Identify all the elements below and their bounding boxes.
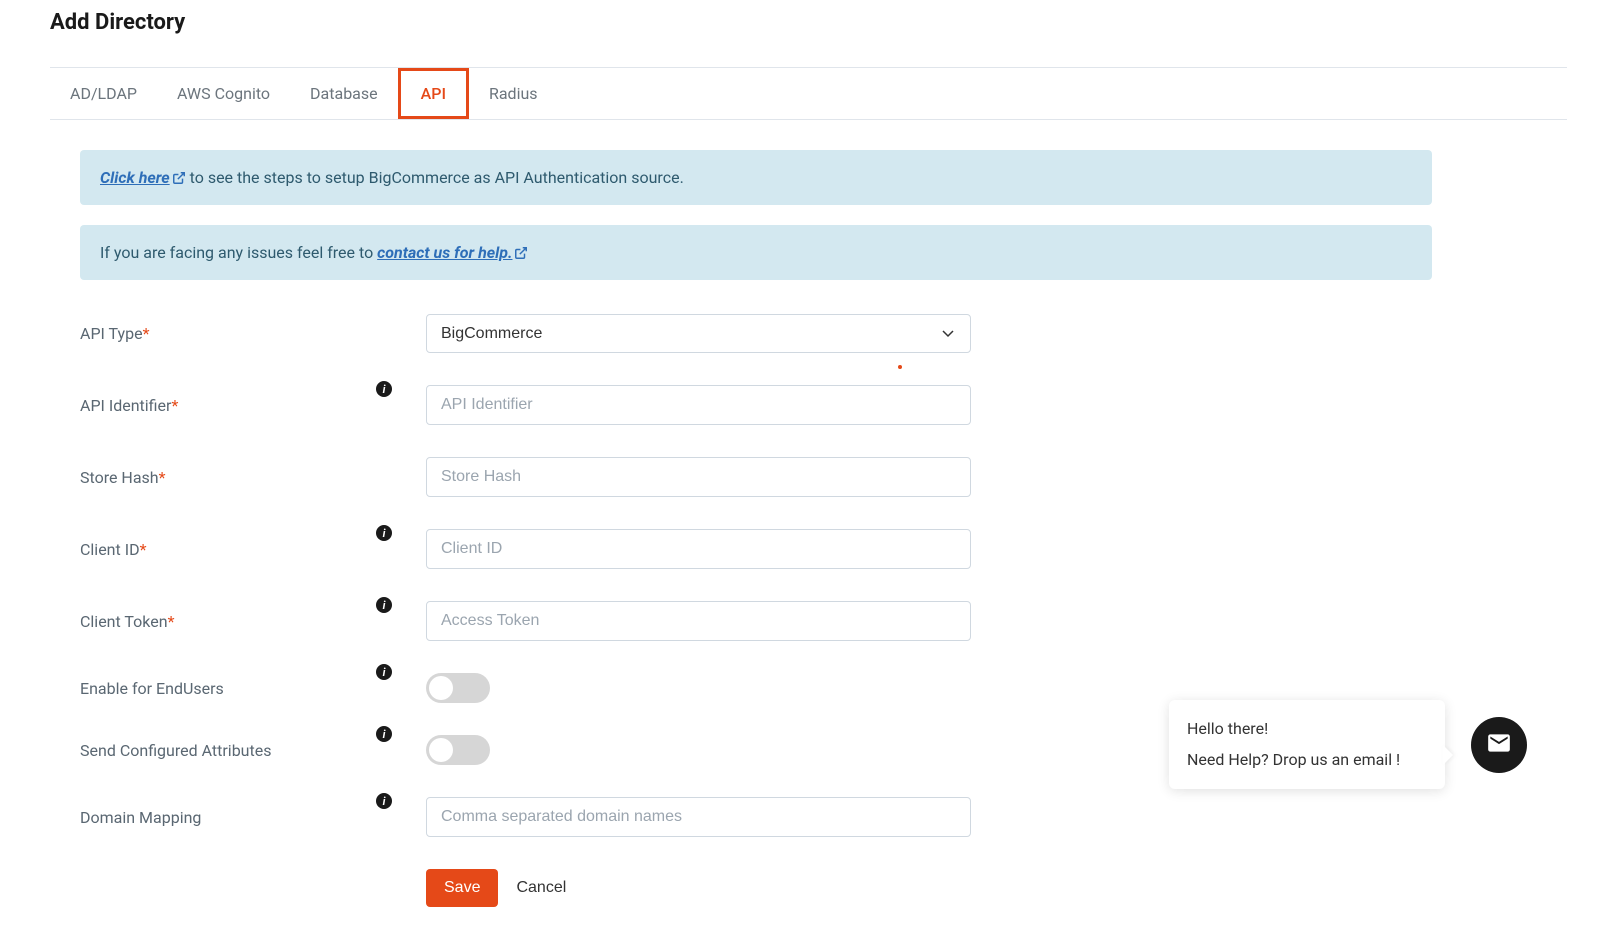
cancel-button[interactable]: Cancel — [516, 879, 566, 897]
client-token-row: Client Token* i — [80, 601, 1567, 641]
form-actions: Save Cancel — [426, 869, 1567, 907]
chat-prompt: Need Help? Drop us an email ! — [1187, 745, 1427, 775]
tab-radius[interactable]: Radius — [469, 68, 558, 119]
enable-endusers-label: Enable for EndUsers — [80, 679, 376, 698]
api-type-label: API Type* — [80, 324, 376, 343]
api-type-select[interactable]: BigCommerce — [426, 314, 971, 353]
save-button[interactable]: Save — [426, 869, 498, 907]
info-icon[interactable]: i — [376, 525, 392, 541]
api-type-row: API Type* BigCommerce — [80, 314, 1567, 353]
setup-text-after: to see the steps to setup BigCommerce as… — [186, 168, 684, 187]
setup-steps-link[interactable]: Click here — [100, 168, 186, 187]
setup-info-banner: Click here to see the steps to setup Big… — [80, 150, 1432, 205]
help-text-before: If you are facing any issues feel free t… — [100, 243, 377, 262]
tab-database[interactable]: Database — [290, 68, 398, 119]
store-hash-label: Store Hash* — [80, 468, 376, 487]
api-identifier-label: API Identifier* — [80, 396, 376, 415]
info-icon[interactable]: i — [376, 381, 392, 397]
info-icon[interactable]: i — [376, 664, 392, 680]
red-dot-indicator — [898, 365, 902, 369]
store-hash-input[interactable] — [426, 457, 971, 497]
info-icon[interactable]: i — [376, 597, 392, 613]
domain-mapping-row: Domain Mapping i — [80, 797, 1567, 837]
info-icon[interactable]: i — [376, 726, 392, 742]
enable-endusers-row: Enable for EndUsers i — [80, 673, 1567, 703]
tabs-container: AD/LDAP AWS Cognito Database API Radius — [50, 68, 1567, 120]
page-title: Add Directory — [50, 10, 1567, 35]
toggle-knob — [429, 738, 453, 762]
chat-widget: Hello there! Need Help? Drop us an email… — [1169, 700, 1527, 789]
send-attributes-label: Send Configured Attributes — [80, 741, 376, 760]
external-link-icon — [514, 246, 528, 260]
external-link-icon — [172, 171, 186, 185]
client-token-input[interactable] — [426, 601, 971, 641]
domain-mapping-label: Domain Mapping — [80, 808, 376, 827]
chat-bubble: Hello there! Need Help? Drop us an email… — [1169, 700, 1445, 789]
domain-mapping-input[interactable] — [426, 797, 971, 837]
chat-fab-button[interactable] — [1471, 717, 1527, 773]
send-attributes-toggle[interactable] — [426, 735, 490, 765]
tab-aws-cognito[interactable]: AWS Cognito — [157, 68, 290, 119]
client-token-label: Client Token* — [80, 612, 376, 631]
tab-api[interactable]: API — [398, 68, 469, 119]
client-id-row: Client ID* i — [80, 529, 1567, 569]
api-form: API Type* BigCommerce API Identifier* i … — [80, 314, 1567, 907]
info-icon[interactable]: i — [376, 793, 392, 809]
toggle-knob — [429, 676, 453, 700]
setup-link-text: Click here — [100, 168, 170, 187]
enable-endusers-toggle[interactable] — [426, 673, 490, 703]
client-id-label: Client ID* — [80, 540, 376, 559]
client-id-input[interactable] — [426, 529, 971, 569]
help-info-banner: If you are facing any issues feel free t… — [80, 225, 1432, 280]
api-identifier-row: API Identifier* i — [80, 385, 1567, 425]
api-identifier-input[interactable] — [426, 385, 971, 425]
contact-help-link[interactable]: contact us for help. — [377, 243, 528, 262]
chat-greeting: Hello there! — [1187, 714, 1427, 744]
tab-ad-ldap[interactable]: AD/LDAP — [50, 68, 157, 119]
mail-icon — [1486, 730, 1512, 760]
store-hash-row: Store Hash* — [80, 457, 1567, 497]
help-link-text: contact us for help. — [377, 243, 512, 262]
